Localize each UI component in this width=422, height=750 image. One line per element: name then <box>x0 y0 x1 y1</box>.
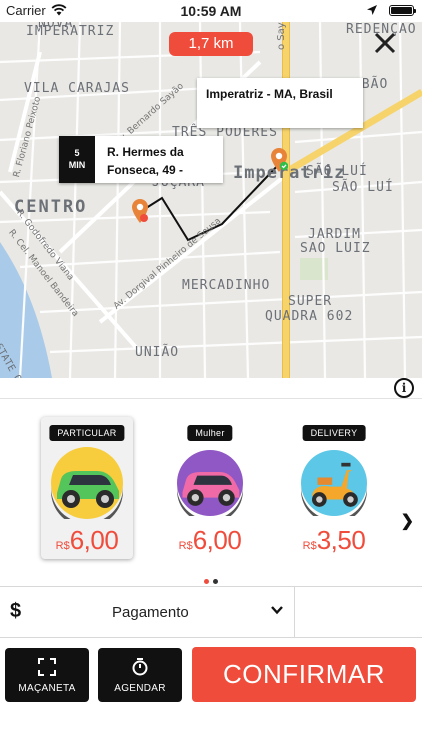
info-row: i <box>0 378 422 398</box>
agendar-button[interactable]: AGENDAR <box>98 648 182 702</box>
area-label-super: SUPER <box>288 294 333 309</box>
car-icon <box>177 450 243 516</box>
agendar-label: AGENDAR <box>114 683 166 694</box>
location-arrow-icon <box>367 5 377 15</box>
action-bar: MAÇANETA AGENDAR CONFIRMAR <box>0 638 422 750</box>
destination-pin-icon[interactable] <box>270 147 288 173</box>
timer-icon <box>132 658 148 676</box>
area-label-nova-imperatriz: IMPERATRIZ <box>26 24 115 39</box>
category-badge: DELIVERY <box>302 425 366 441</box>
car-icon <box>51 447 123 519</box>
category-card-particular[interactable]: PARTICULAR R$6,00 <box>41 417 133 559</box>
close-icon[interactable] <box>372 30 398 56</box>
area-label-mercadinho: MERCADINHO <box>182 278 271 293</box>
destination-address: Imperatriz - MA, Brasil <box>206 87 333 101</box>
area-label-sao-luiz-top2: SÃO LUÍ <box>332 180 394 195</box>
eta-unit: MIN <box>68 160 86 170</box>
area-label-sao-luiz: SAO LUIZ <box>300 241 371 256</box>
status-bar: Carrier 10:59 AM <box>0 0 422 22</box>
macaneta-button[interactable]: MAÇANETA <box>5 648 89 702</box>
clock: 10:59 AM <box>180 3 242 19</box>
divider <box>294 587 295 638</box>
origin-pin-icon[interactable] <box>131 198 149 224</box>
eta-badge: 5 MIN <box>59 136 95 183</box>
distance-badge: 1,7 km <box>169 32 253 56</box>
page-dot[interactable] <box>213 579 218 584</box>
category-price: R$6,00 <box>55 525 119 555</box>
dollar-icon: $ <box>10 600 22 622</box>
ride-categories: PARTICULAR R$6,00 Mulher R$6,00 DELIVERY… <box>0 398 422 586</box>
category-card-mulher[interactable]: Mulher R$6,00 <box>164 417 256 559</box>
category-price: R$6,00 <box>178 525 242 555</box>
category-card-delivery[interactable]: DELIVERY R$3,50 <box>288 417 380 559</box>
area-label-sao-luiz-top: SÃO LUÍ <box>306 164 368 179</box>
category-price: R$3,50 <box>302 525 366 555</box>
map-view[interactable]: NOVA IMPERATRIZ REDENÇÃO VILA CARAJAS VI… <box>0 22 422 378</box>
payment-label: Pagamento <box>112 604 189 621</box>
category-badge: Mulher <box>187 425 233 441</box>
destination-callout[interactable]: Imperatriz - MA, Brasil <box>197 78 363 128</box>
area-label-jardim: JARDIM <box>308 227 361 242</box>
category-badge: PARTICULAR <box>49 425 125 441</box>
battery-icon <box>389 5 416 16</box>
area-label-vila-carajas: VILA CARAJAS <box>24 81 130 96</box>
origin-callout[interactable]: 5 MIN R. Hermes da Fonseca, 49 - <box>59 136 223 183</box>
eta-value: 5 <box>74 148 80 158</box>
street-label-sayao-top: o Sayão <box>276 22 287 50</box>
area-label-quadra: QUADRA 602 <box>265 309 354 324</box>
info-icon[interactable]: i <box>394 378 414 398</box>
macaneta-label: MAÇANETA <box>18 683 76 694</box>
page-dot-active[interactable] <box>204 579 209 584</box>
chevron-down-icon[interactable] <box>270 603 284 617</box>
expand-icon <box>38 658 56 676</box>
scooter-icon <box>301 450 367 516</box>
confirm-button[interactable]: CONFIRMAR <box>192 647 416 702</box>
chevron-right-icon[interactable]: ❯ <box>401 511 414 531</box>
payment-selector[interactable]: $ Pagamento <box>0 586 422 638</box>
origin-address: R. Hermes da Fonseca, 49 - <box>107 145 184 177</box>
area-label-uniao: UNIÃO <box>135 345 180 360</box>
